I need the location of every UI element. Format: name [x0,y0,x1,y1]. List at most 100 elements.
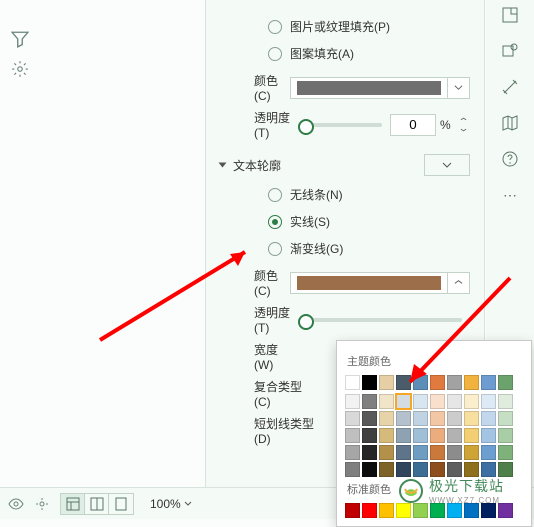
theme-shade-swatch[interactable] [430,428,445,443]
filter-icon[interactable] [11,30,29,48]
theme-shade-swatch[interactable] [447,411,462,426]
theme-shade-swatch[interactable] [447,445,462,460]
theme-shade-swatch[interactable] [413,428,428,443]
chevron-down-icon[interactable] [184,501,192,506]
theme-shade-swatch[interactable] [464,445,479,460]
theme-color-swatch[interactable] [447,375,462,390]
radio-pattern-fill[interactable]: 图案填充(A) [268,45,470,62]
theme-shade-swatch[interactable] [396,394,411,409]
theme-shade-swatch[interactable] [464,394,479,409]
theme-shade-swatch[interactable] [430,445,445,460]
theme-shade-swatch[interactable] [430,411,445,426]
tools-icon[interactable] [501,78,519,96]
theme-color-swatch[interactable] [413,375,428,390]
theme-shade-swatch[interactable] [447,428,462,443]
theme-shade-swatch[interactable] [498,462,513,477]
standard-color-swatch[interactable] [362,503,377,518]
standard-color-swatch[interactable] [464,503,479,518]
theme-shade-swatch[interactable] [396,445,411,460]
zoom-level[interactable]: 100% [150,497,181,511]
standard-color-swatch[interactable] [481,503,496,518]
theme-shade-swatch[interactable] [447,394,462,409]
theme-shade-swatch[interactable] [498,445,513,460]
theme-shade-swatch[interactable] [498,411,513,426]
theme-shade-swatch[interactable] [379,428,394,443]
theme-shade-swatch[interactable] [464,411,479,426]
section-expand-button[interactable] [424,154,470,176]
theme-shade-swatch[interactable] [413,445,428,460]
theme-shade-swatch[interactable] [362,462,377,477]
theme-shade-swatch[interactable] [362,394,377,409]
theme-shade-swatch[interactable] [379,394,394,409]
theme-shade-swatch[interactable] [362,445,377,460]
standard-color-swatch[interactable] [430,503,445,518]
standard-color-swatch[interactable] [413,503,428,518]
fill-opacity-slider[interactable] [298,123,382,127]
theme-shade-swatch[interactable] [464,462,479,477]
theme-shade-swatch[interactable] [345,462,360,477]
theme-color-swatch[interactable] [464,375,479,390]
theme-color-swatch[interactable] [362,375,377,390]
theme-shade-swatch[interactable] [379,411,394,426]
addin-icon[interactable] [501,42,519,60]
theme-shade-swatch[interactable] [396,462,411,477]
theme-shade-swatch[interactable] [396,411,411,426]
theme-shade-swatch[interactable] [379,445,394,460]
theme-color-swatch[interactable] [430,375,445,390]
theme-shade-swatch[interactable] [481,394,496,409]
theme-shade-swatch[interactable] [413,411,428,426]
settings-icon[interactable] [11,60,29,78]
theme-shade-swatch[interactable] [464,428,479,443]
theme-color-swatch[interactable] [481,375,496,390]
standard-color-swatch[interactable] [396,503,411,518]
standard-color-swatch[interactable] [447,503,462,518]
view-layout[interactable] [85,494,109,514]
theme-shade-swatch[interactable] [345,428,360,443]
theme-shade-swatch[interactable] [481,462,496,477]
theme-shade-swatch[interactable] [498,394,513,409]
theme-shade-swatch[interactable] [345,445,360,460]
properties-icon[interactable] [501,6,519,24]
radio-picture-texture-fill[interactable]: 图片或纹理填充(P) [268,18,470,35]
theme-shade-swatch[interactable] [345,394,360,409]
theme-color-swatch[interactable] [345,375,360,390]
theme-color-swatch[interactable] [396,375,411,390]
theme-shade-swatch[interactable] [345,411,360,426]
theme-color-swatch[interactable] [379,375,394,390]
theme-shade-swatch[interactable] [413,462,428,477]
standard-color-swatch[interactable] [345,503,360,518]
theme-shade-swatch[interactable] [498,428,513,443]
standard-color-swatch[interactable] [498,503,513,518]
theme-shade-swatch[interactable] [362,411,377,426]
radio-no-line[interactable]: 无线条(N) [268,186,470,203]
opacity-stepper[interactable] [456,114,470,136]
percent-unit: % [440,118,456,132]
theme-shade-swatch[interactable] [413,394,428,409]
eye-icon[interactable] [8,496,24,512]
view-normal[interactable] [61,494,85,514]
help-icon[interactable] [501,150,519,168]
outline-color-picker[interactable] [290,272,470,294]
text-outline-section[interactable]: 文本轮廓 [220,154,470,176]
radio-solid-line[interactable]: 实线(S) [268,213,470,230]
more-icon[interactable]: ⋯ [501,186,519,204]
theme-shade-swatch[interactable] [430,462,445,477]
theme-shade-swatch[interactable] [481,445,496,460]
theme-shade-swatch[interactable] [430,394,445,409]
outline-opacity-slider[interactable] [298,318,462,322]
theme-shade-swatch[interactable] [362,428,377,443]
view-page[interactable] [109,494,133,514]
map-icon[interactable] [501,114,519,132]
radio-label: 图片或纹理填充(P) [290,18,390,35]
theme-shade-swatch[interactable] [447,462,462,477]
focus-icon[interactable] [34,496,50,512]
theme-color-swatch[interactable] [498,375,513,390]
theme-shade-swatch[interactable] [396,428,411,443]
radio-gradient-line[interactable]: 渐变线(G) [268,240,470,257]
fill-color-picker[interactable] [290,77,470,99]
theme-shade-swatch[interactable] [481,428,496,443]
standard-color-swatch[interactable] [379,503,394,518]
fill-opacity-input[interactable] [390,114,436,136]
theme-shade-swatch[interactable] [481,411,496,426]
theme-shade-swatch[interactable] [379,462,394,477]
